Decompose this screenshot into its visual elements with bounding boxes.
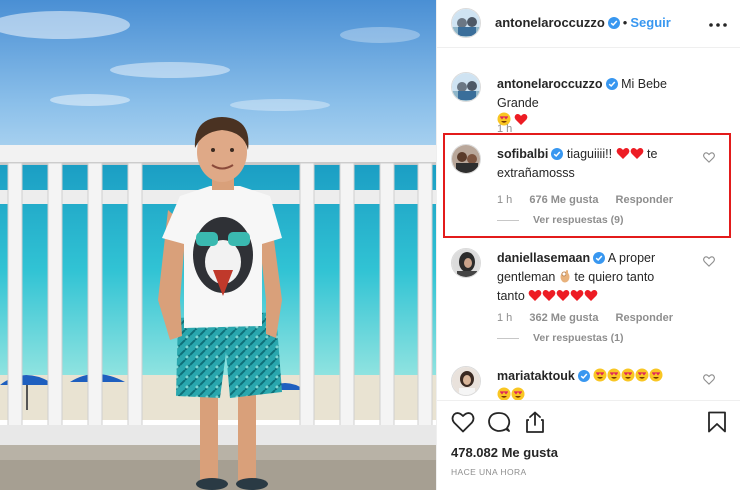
comment-username[interactable]: mariataktouk [497,369,575,383]
verified-badge-icon [605,78,618,95]
comment-text-cont: tanto [497,289,525,303]
comment-highlight-box [443,133,731,238]
verified-badge-icon [593,252,606,269]
share-icon[interactable] [523,411,547,436]
post-likes-count[interactable]: 478.082 Me gusta [451,445,558,460]
author-avatar[interactable] [451,8,481,38]
verified-badge-icon [577,370,590,387]
commenter-avatar[interactable] [451,248,481,278]
view-replies-button[interactable]: Ver respuestas (1) [497,332,623,344]
like-heart-icon[interactable] [451,411,475,436]
commenter-avatar[interactable] [451,366,481,396]
view-replies-label: Ver respuestas (1) [533,332,624,344]
heart-eyes-emoji-icon [621,368,635,387]
follow-button[interactable]: Seguir [630,15,670,30]
caption-username[interactable]: antonelaroccuzzo [497,77,603,91]
comment-likes[interactable]: 362 Me gusta [529,312,598,324]
post-photo[interactable] [0,0,436,490]
heart-eyes-emoji-icon [593,368,607,387]
red-heart-emoji-icon [556,289,570,307]
post-photo-image [0,0,436,490]
post-panel: antonelaroccuzzo • Seguir antonelaroccuzzo… [436,0,740,490]
comment-username[interactable]: daniellasemaan [497,251,590,265]
comment-time: 1 h [497,312,513,324]
comment-text-cont: gentleman [497,270,556,284]
comment-like-heart-icon[interactable] [703,374,715,388]
bookmark-icon[interactable] [707,411,727,436]
caption-avatar[interactable] [451,72,481,102]
replies-divider [497,337,519,339]
author-username[interactable]: antonelaroccuzzo [495,15,605,30]
heart-eyes-emoji-icon [635,368,649,387]
comment-text-cont: te quiero tanto [574,270,655,284]
comment-like-heart-icon[interactable] [703,256,715,270]
comment-text: A proper [607,251,656,265]
post-actions: 478.082 Me gusta HACE UNA HORA [437,400,740,490]
post-header: antonelaroccuzzo • Seguir [437,0,740,48]
ok-hand-emoji-icon [559,269,571,288]
comment-icon[interactable] [487,411,511,436]
red-heart-emoji-icon [584,289,598,307]
more-options-icon[interactable] [709,12,727,30]
heart-eyes-emoji-icon [649,368,663,387]
comment-meta: 1 h 362 Me gusta Responder [497,312,687,324]
red-heart-emoji-icon [570,289,584,307]
red-heart-emoji-icon [542,289,556,307]
verified-badge-icon [607,17,620,33]
separator-dot: • [622,15,628,30]
red-heart-emoji-icon [528,289,542,307]
reply-button[interactable]: Responder [616,312,673,324]
heart-eyes-emoji-icon [607,368,621,387]
post-timestamp: HACE UNA HORA [451,467,527,477]
